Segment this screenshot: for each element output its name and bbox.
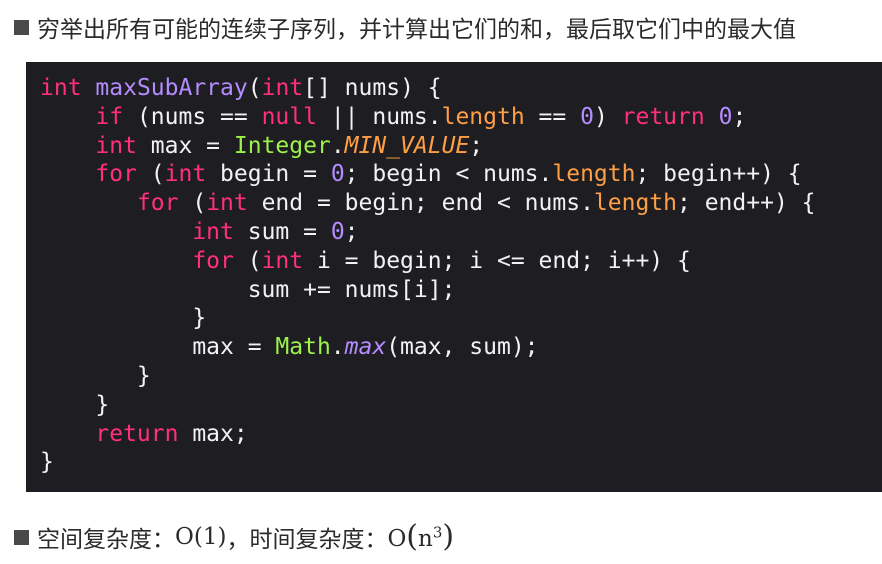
code-token-const: MIN_VALUE (344, 132, 470, 159)
code-token-field: length (552, 161, 636, 188)
code-token-plain: ; end++) { (677, 190, 816, 217)
code-token-plain: max = (136, 132, 234, 159)
code-token-type: int (261, 247, 304, 274)
code-token-plain: == (524, 103, 581, 130)
code-token-keyword: for (136, 190, 179, 217)
code-token-keyword: if (95, 103, 124, 130)
code-token-plain: } (40, 305, 207, 332)
code-token-plain: ; (344, 218, 359, 245)
time-complexity-exponent: 3 (432, 523, 443, 542)
code-token-plain: i = begin; i <= end; i++) { (303, 247, 691, 274)
code-token-keyword: return (95, 420, 179, 447)
code-token-type: int (261, 75, 304, 101)
code-token-plain: sum = (233, 218, 331, 245)
complexity-bullet-line: 空间复杂度： O(1) ， 时间复杂度： O(n3) (14, 520, 454, 554)
code-token-type: int (40, 75, 82, 101)
code-token-plain: . (330, 132, 345, 159)
code-token-plain: ( (136, 161, 165, 188)
page: 穷举出所有可能的连续子序列，并计算出它们的和，最后取它们中的最大值 int ma… (0, 0, 882, 564)
code-token-plain: ( (233, 247, 262, 274)
code-token-italic-method: max (344, 334, 387, 361)
code-line: } (40, 448, 882, 477)
code-line: } (40, 304, 882, 333)
code-token-plain: ( (178, 190, 207, 217)
code-token-plain: (nums == (123, 103, 262, 130)
code-line: int sum = 0; (40, 218, 882, 247)
code-line: for (int i = begin; i <= end; i++) { (40, 247, 882, 276)
code-token-plain: ; begin < nums. (344, 161, 553, 188)
code-line: int max = Integer.MIN_VALUE; (40, 132, 882, 161)
space-complexity-value: O(1) (175, 524, 227, 550)
code-line: if (nums == null || nums.length == 0) re… (40, 103, 882, 132)
square-bullet-icon (14, 529, 29, 545)
heading-text: 穷举出所有可能的连续子序列，并计算出它们的和，最后取它们中的最大值 (37, 17, 796, 43)
code-token-plain: } (40, 391, 110, 418)
code-block: int maxSubArray(int[] nums) { if (nums =… (26, 62, 882, 492)
code-line: for (int end = begin; end < nums.length;… (40, 189, 882, 218)
code-token-type: int (95, 132, 137, 159)
code-line: } (40, 391, 882, 420)
code-token-keyword: return (621, 103, 705, 130)
code-token-class: Integer (233, 132, 331, 159)
code-token-plain: ) (593, 103, 622, 130)
code-token-field: length (593, 190, 678, 217)
code-token-number: 0 (580, 103, 594, 130)
code-token-field: length (441, 103, 525, 130)
code-line: } (40, 362, 882, 391)
code-token-keyword: for (95, 161, 137, 188)
code-token-plain: } (40, 362, 151, 389)
code-token-number: 0 (330, 218, 345, 245)
space-complexity-label: 空间复杂度： (37, 527, 175, 553)
code-token-plain: } (40, 449, 54, 476)
code-line: max = Math.max(max, sum); (40, 333, 882, 362)
code-line: for (int begin = 0; begin < nums.length;… (40, 160, 882, 189)
code-token-number: 0 (330, 161, 345, 188)
code-token-plain: end = begin; end < nums. (247, 190, 594, 217)
code-token-plain: . (330, 334, 345, 361)
code-token-plain: max; (178, 420, 248, 447)
code-token-keyword: for (192, 247, 234, 274)
code-token-class: Math (275, 334, 331, 361)
code-token-plain: ; (732, 103, 747, 130)
complexity-separator: ， (226, 527, 250, 553)
code-token-plain: [] nums) { (303, 75, 442, 101)
code-line: int maxSubArray(int[] nums) { (40, 74, 882, 103)
code-token-method: maxSubArray (95, 75, 248, 101)
code-token-plain: (max, sum); (386, 334, 539, 361)
heading-bullet-line: 穷举出所有可能的连续子序列，并计算出它们的和，最后取它们中的最大值 (14, 10, 796, 44)
time-complexity-close-paren: ) (442, 519, 455, 554)
code-token-plain: ; (469, 132, 484, 159)
code-token-plain: ; begin++) { (635, 161, 802, 188)
code-token-number: 0 (718, 103, 733, 130)
code-token-plain: ( (247, 75, 262, 101)
code-token-keyword: null (261, 103, 317, 130)
time-complexity-open-paren: ( (406, 519, 419, 554)
code-token-type: int (192, 218, 234, 245)
code-token-plain: || nums. (316, 103, 442, 130)
code-token-plain: max = (40, 334, 276, 361)
code-line: sum += nums[i]; (40, 276, 882, 305)
code-lines: int maxSubArray(int[] nums) { if (nums =… (40, 74, 882, 477)
code-token-plain: begin = (206, 161, 331, 188)
code-line: return max; (40, 420, 882, 449)
code-token-type: int (206, 190, 248, 217)
code-token-plain: sum += nums[i]; (40, 276, 456, 303)
square-bullet-icon (14, 19, 29, 35)
time-complexity-base: n (418, 526, 433, 552)
code-token-type: int (164, 161, 207, 188)
time-complexity-value: O(n3) (387, 519, 455, 554)
time-complexity-label: 时间复杂度： (249, 527, 388, 553)
time-complexity-prefix: O (387, 526, 407, 552)
